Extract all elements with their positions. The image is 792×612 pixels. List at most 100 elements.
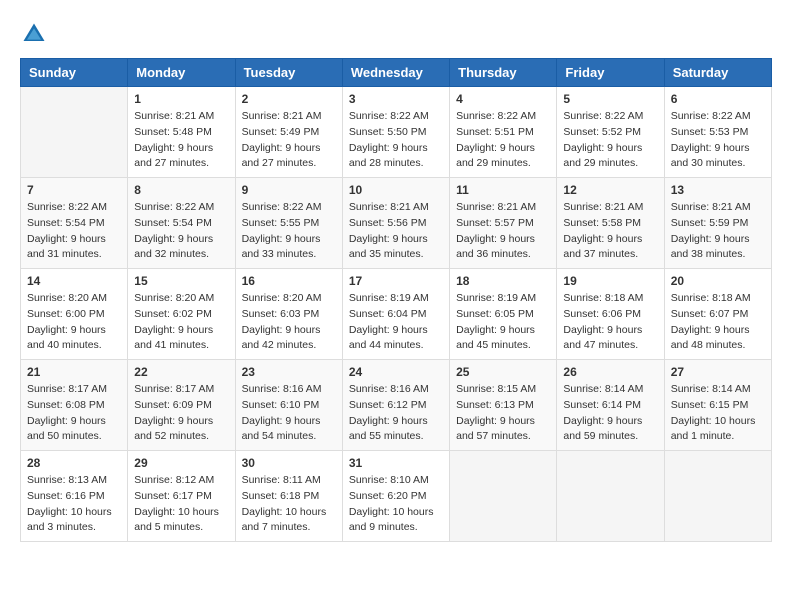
day-number-7: 7 <box>27 183 121 197</box>
calendar-table: SundayMondayTuesdayWednesdayThursdayFrid… <box>20 58 772 542</box>
day-info-5: Sunrise: 8:22 AMSunset: 5:52 PMDaylight:… <box>563 109 657 172</box>
day-number-19: 19 <box>563 274 657 288</box>
day-info-22: Sunrise: 8:17 AMSunset: 6:09 PMDaylight:… <box>134 382 228 445</box>
week-row-4: 21 Sunrise: 8:17 AMSunset: 6:08 PMDayligh… <box>21 360 772 451</box>
weekday-header-tuesday: Tuesday <box>235 59 342 87</box>
calendar-cell-w5-d6 <box>557 451 664 542</box>
calendar-cell-w1-d4: 3 Sunrise: 8:22 AMSunset: 5:50 PMDaylight… <box>342 87 449 178</box>
calendar-cell-w2-d3: 9 Sunrise: 8:22 AMSunset: 5:55 PMDaylight… <box>235 178 342 269</box>
day-info-6: Sunrise: 8:22 AMSunset: 5:53 PMDaylight:… <box>671 109 765 172</box>
day-number-26: 26 <box>563 365 657 379</box>
calendar-cell-w1-d5: 4 Sunrise: 8:22 AMSunset: 5:51 PMDaylight… <box>450 87 557 178</box>
calendar-cell-w5-d5 <box>450 451 557 542</box>
calendar-cell-w4-d7: 27Sunrise: 8:14 AMSunset: 6:15 PMDayligh… <box>664 360 771 451</box>
calendar-cell-w5-d2: 29 Sunrise: 8:12 AMSunset: 6:17 PMDayligh… <box>128 451 235 542</box>
calendar-cell-w2-d4: 10 Sunrise: 8:21 AMSunset: 5:56 PMDayligh… <box>342 178 449 269</box>
day-info-11: Sunrise: 8:21 AMSunset: 5:57 PMDaylight:… <box>456 200 550 263</box>
calendar-cell-w2-d5: 11 Sunrise: 8:21 AMSunset: 5:57 PMDayligh… <box>450 178 557 269</box>
calendar-cell-w1-d3: 2 Sunrise: 8:21 AMSunset: 5:49 PMDaylight… <box>235 87 342 178</box>
day-info-23: Sunrise: 8:16 AMSunset: 6:10 PMDaylight:… <box>242 382 336 445</box>
day-number-2: 2 <box>242 92 336 106</box>
calendar-cell-w5-d3: 30Sunrise: 8:11 AMSunset: 6:18 PMDayligh… <box>235 451 342 542</box>
day-number-22: 22 <box>134 365 228 379</box>
calendar-cell-w1-d1 <box>21 87 128 178</box>
day-number-23: 23 <box>242 365 336 379</box>
week-row-1: 1 Sunrise: 8:21 AMSunset: 5:48 PMDaylight… <box>21 87 772 178</box>
day-number-13: 13 <box>671 183 765 197</box>
calendar-cell-w3-d6: 19Sunrise: 8:18 AMSunset: 6:06 PMDayligh… <box>557 269 664 360</box>
calendar-cell-w2-d7: 13Sunrise: 8:21 AMSunset: 5:59 PMDayligh… <box>664 178 771 269</box>
day-info-28: Sunrise: 8:13 AMSunset: 6:16 PMDaylight:… <box>27 473 121 536</box>
day-info-7: Sunrise: 8:22 AMSunset: 5:54 PMDaylight:… <box>27 200 121 263</box>
calendar-cell-w5-d4: 31 Sunrise: 8:10 AMSunset: 6:20 PMDayligh… <box>342 451 449 542</box>
day-info-21: Sunrise: 8:17 AMSunset: 6:08 PMDaylight:… <box>27 382 121 445</box>
day-info-9: Sunrise: 8:22 AMSunset: 5:55 PMDaylight:… <box>242 200 336 263</box>
calendar-cell-w3-d5: 18Sunrise: 8:19 AMSunset: 6:05 PMDayligh… <box>450 269 557 360</box>
day-info-1: Sunrise: 8:21 AMSunset: 5:48 PMDaylight:… <box>134 109 228 172</box>
day-info-16: Sunrise: 8:20 AMSunset: 6:03 PMDaylight:… <box>242 291 336 354</box>
day-info-26: Sunrise: 8:14 AMSunset: 6:14 PMDaylight:… <box>563 382 657 445</box>
day-info-25: Sunrise: 8:15 AMSunset: 6:13 PMDaylight:… <box>456 382 550 445</box>
calendar-cell-w1-d7: 6Sunrise: 8:22 AMSunset: 5:53 PMDaylight… <box>664 87 771 178</box>
day-info-30: Sunrise: 8:11 AMSunset: 6:18 PMDaylight:… <box>242 473 336 536</box>
day-info-4: Sunrise: 8:22 AMSunset: 5:51 PMDaylight:… <box>456 109 550 172</box>
calendar-cell-w4-d3: 23 Sunrise: 8:16 AMSunset: 6:10 PMDayligh… <box>235 360 342 451</box>
day-number-11: 11 <box>456 183 550 197</box>
calendar-cell-w4-d5: 25 Sunrise: 8:15 AMSunset: 6:13 PMDayligh… <box>450 360 557 451</box>
calendar-cell-w4-d2: 22 Sunrise: 8:17 AMSunset: 6:09 PMDayligh… <box>128 360 235 451</box>
calendar-cell-w5-d1: 28 Sunrise: 8:13 AMSunset: 6:16 PMDayligh… <box>21 451 128 542</box>
week-row-3: 14Sunrise: 8:20 AMSunset: 6:00 PMDayligh… <box>21 269 772 360</box>
day-number-12: 12 <box>563 183 657 197</box>
logo <box>20 20 52 48</box>
calendar-cell-w1-d6: 5 Sunrise: 8:22 AMSunset: 5:52 PMDaylight… <box>557 87 664 178</box>
day-info-10: Sunrise: 8:21 AMSunset: 5:56 PMDaylight:… <box>349 200 443 263</box>
day-info-15: Sunrise: 8:20 AMSunset: 6:02 PMDaylight:… <box>134 291 228 354</box>
weekday-header-saturday: Saturday <box>664 59 771 87</box>
day-number-4: 4 <box>456 92 550 106</box>
header <box>20 20 772 48</box>
weekday-header-monday: Monday <box>128 59 235 87</box>
day-info-3: Sunrise: 8:22 AMSunset: 5:50 PMDaylight:… <box>349 109 443 172</box>
calendar-cell-w4-d6: 26 Sunrise: 8:14 AMSunset: 6:14 PMDayligh… <box>557 360 664 451</box>
calendar-cell-w5-d7 <box>664 451 771 542</box>
day-info-2: Sunrise: 8:21 AMSunset: 5:49 PMDaylight:… <box>242 109 336 172</box>
calendar-cell-w3-d1: 14Sunrise: 8:20 AMSunset: 6:00 PMDayligh… <box>21 269 128 360</box>
calendar-cell-w2-d6: 12 Sunrise: 8:21 AMSunset: 5:58 PMDayligh… <box>557 178 664 269</box>
calendar-cell-w4-d1: 21 Sunrise: 8:17 AMSunset: 6:08 PMDayligh… <box>21 360 128 451</box>
day-number-29: 29 <box>134 456 228 470</box>
day-info-17: Sunrise: 8:19 AMSunset: 6:04 PMDaylight:… <box>349 291 443 354</box>
day-number-20: 20 <box>671 274 765 288</box>
day-info-24: Sunrise: 8:16 AMSunset: 6:12 PMDaylight:… <box>349 382 443 445</box>
day-info-8: Sunrise: 8:22 AMSunset: 5:54 PMDaylight:… <box>134 200 228 263</box>
calendar-cell-w2-d2: 8Sunrise: 8:22 AMSunset: 5:54 PMDaylight… <box>128 178 235 269</box>
logo-icon <box>20 20 48 48</box>
day-number-16: 16 <box>242 274 336 288</box>
calendar-cell-w3-d3: 16 Sunrise: 8:20 AMSunset: 6:03 PMDayligh… <box>235 269 342 360</box>
weekday-header-friday: Friday <box>557 59 664 87</box>
weekday-header-thursday: Thursday <box>450 59 557 87</box>
week-row-5: 28 Sunrise: 8:13 AMSunset: 6:16 PMDayligh… <box>21 451 772 542</box>
calendar-cell-w3-d7: 20Sunrise: 8:18 AMSunset: 6:07 PMDayligh… <box>664 269 771 360</box>
day-number-24: 24 <box>349 365 443 379</box>
calendar-cell-w2-d1: 7 Sunrise: 8:22 AMSunset: 5:54 PMDaylight… <box>21 178 128 269</box>
day-number-10: 10 <box>349 183 443 197</box>
day-info-29: Sunrise: 8:12 AMSunset: 6:17 PMDaylight:… <box>134 473 228 536</box>
day-number-3: 3 <box>349 92 443 106</box>
day-number-18: 18 <box>456 274 550 288</box>
day-number-25: 25 <box>456 365 550 379</box>
day-number-9: 9 <box>242 183 336 197</box>
calendar-cell-w4-d4: 24 Sunrise: 8:16 AMSunset: 6:12 PMDayligh… <box>342 360 449 451</box>
day-number-21: 21 <box>27 365 121 379</box>
day-number-14: 14 <box>27 274 121 288</box>
day-info-27: Sunrise: 8:14 AMSunset: 6:15 PMDaylight:… <box>671 382 765 445</box>
week-row-2: 7 Sunrise: 8:22 AMSunset: 5:54 PMDaylight… <box>21 178 772 269</box>
day-number-28: 28 <box>27 456 121 470</box>
calendar-cell-w1-d2: 1 Sunrise: 8:21 AMSunset: 5:48 PMDaylight… <box>128 87 235 178</box>
day-number-5: 5 <box>563 92 657 106</box>
day-number-1: 1 <box>134 92 228 106</box>
day-number-31: 31 <box>349 456 443 470</box>
day-info-31: Sunrise: 8:10 AMSunset: 6:20 PMDaylight:… <box>349 473 443 536</box>
day-info-12: Sunrise: 8:21 AMSunset: 5:58 PMDaylight:… <box>563 200 657 263</box>
day-number-15: 15 <box>134 274 228 288</box>
day-number-17: 17 <box>349 274 443 288</box>
